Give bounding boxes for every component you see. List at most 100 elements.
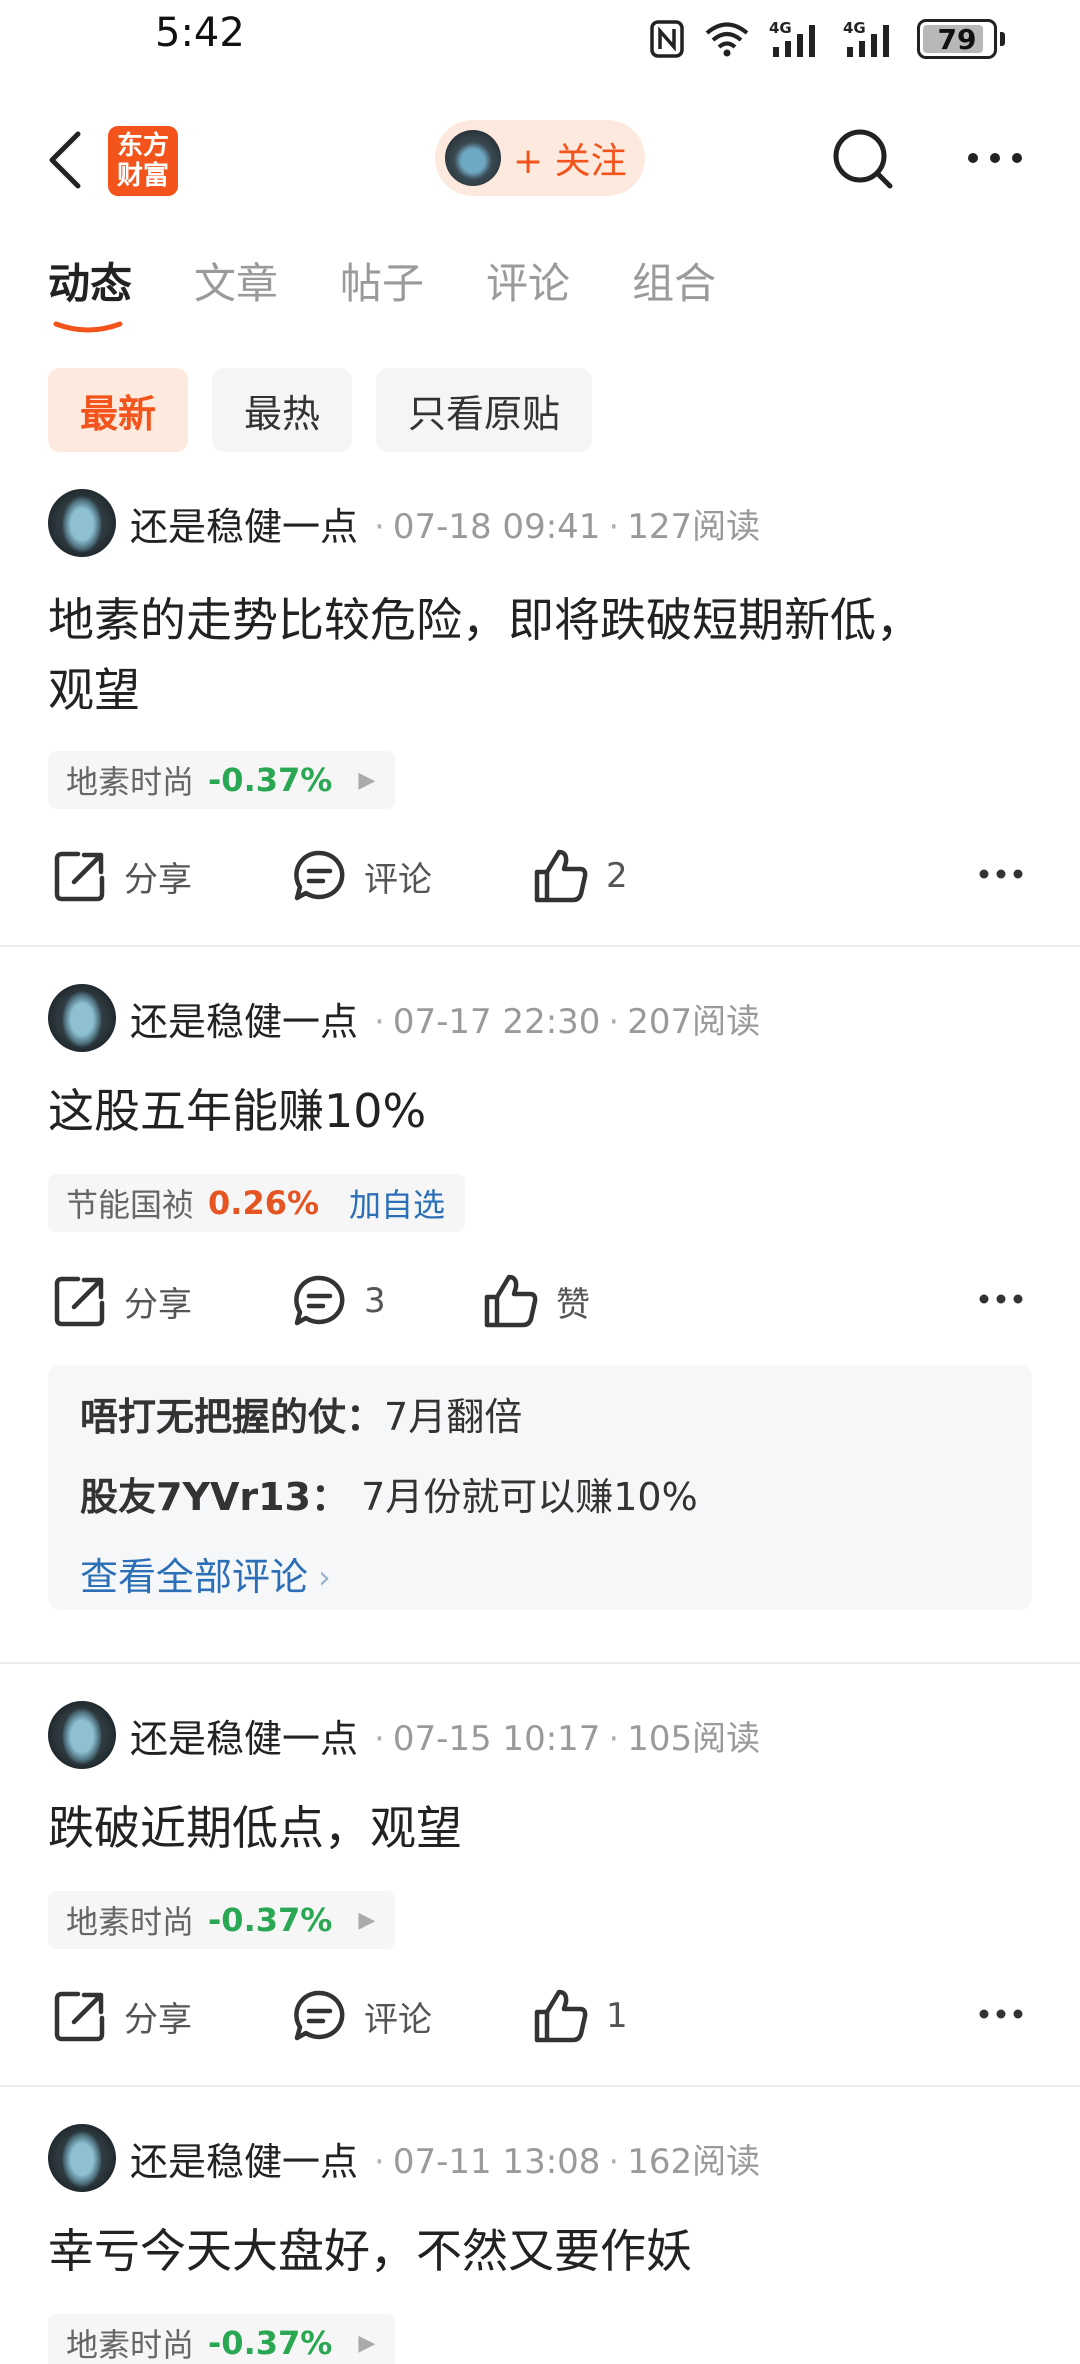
avatar[interactable] xyxy=(48,1701,116,1769)
comments-preview[interactable]: 唔打无把握的仗：7月翻倍 股友7YVr13： 7月份就可以赚10% 查看全部评论… xyxy=(48,1365,1032,1610)
stock-change: 0.26% xyxy=(208,1184,320,1222)
comment-button[interactable]: 评论 xyxy=(292,836,432,916)
like-button[interactable]: 2 xyxy=(532,836,628,916)
net-label: 4G xyxy=(843,19,866,37)
tab-comments[interactable]: 评论 xyxy=(486,250,570,320)
post-item[interactable]: 还是稳健一点 · 07-17 22:30 · 207阅读 这股五年能赚10% 节能国祯… xyxy=(0,982,1080,1662)
comment-text: 7月翻倍 xyxy=(384,1395,523,1439)
share-button[interactable]: 分享 xyxy=(52,1261,192,1341)
stock-tag[interactable]: 地素时尚 -0.37% ▶ xyxy=(48,751,396,809)
avatar[interactable] xyxy=(48,984,116,1052)
share-button[interactable]: 分享 xyxy=(52,1976,192,2056)
post-time: 07-15 10:17 xyxy=(392,1718,601,1759)
comment-item: 唔打无把握的仗：7月翻倍 xyxy=(80,1389,1000,1445)
follow-button[interactable]: + 关注 xyxy=(435,120,645,196)
more-icon[interactable] xyxy=(978,1291,1024,1307)
divider xyxy=(0,945,1080,947)
post-item[interactable]: 还是稳健一点 · 07-18 09:41 · 127阅读 地素的走势比较危险，即将跌破… xyxy=(0,487,1080,947)
comment-button[interactable]: 3 xyxy=(292,1261,386,1341)
post-text[interactable]: 这股五年能赚10% xyxy=(48,1076,1038,1146)
post-time: 07-11 13:08 xyxy=(392,2141,601,2182)
post-header: 还是稳健一点 · 07-18 09:41 · 127阅读 xyxy=(48,487,760,559)
back-icon[interactable] xyxy=(42,128,92,192)
divider xyxy=(0,1662,1080,1664)
comment-label: 评论 xyxy=(364,859,432,900)
tab-activity[interactable]: 动态 xyxy=(48,250,133,333)
play-arrow-icon: ▶ xyxy=(358,2330,376,2356)
tab-label: 帖子 xyxy=(340,259,425,308)
app-logo[interactable]: 东方 财富 xyxy=(108,126,178,196)
status-bar: 5:42 4G 4G 79 xyxy=(0,0,1080,80)
comment-label: 评论 xyxy=(364,1999,432,2040)
tab-portfolio[interactable]: 组合 xyxy=(632,250,716,320)
comment-icon xyxy=(294,1990,345,2041)
post-text[interactable]: 地素的走势比较危险，即将跌破短期新低， 观望 xyxy=(48,585,1038,725)
stock-name: 地素时尚 xyxy=(66,763,195,801)
post-text[interactable]: 跌破近期低点，观望 xyxy=(48,1793,1038,1863)
post-time: 07-18 09:41 xyxy=(392,506,601,547)
avatar[interactable] xyxy=(48,2124,116,2192)
post-meta: · 07-15 10:17 · 105阅读 xyxy=(374,1718,761,1759)
post-text-line: 跌破近期低点，观望 xyxy=(48,1801,462,1855)
post-time: 07-17 22:30 xyxy=(392,1001,601,1042)
tab-label: 组合 xyxy=(632,259,717,308)
logo-line-2: 财富 xyxy=(116,161,169,191)
post-text-line: 这股五年能赚10% xyxy=(48,1084,427,1138)
author-name[interactable]: 还是稳健一点 xyxy=(130,1708,358,1763)
post-text-line: 幸亏今天大盘好，不然又要作妖 xyxy=(48,2224,692,2278)
tab-label: 动态 xyxy=(48,259,133,308)
author-name[interactable]: 还是稳健一点 xyxy=(130,2131,358,2186)
share-label: 分享 xyxy=(124,859,192,900)
stock-change: -0.37% xyxy=(208,1901,333,1939)
like-count: 2 xyxy=(606,856,628,896)
post-actions: 分享 评论 1 xyxy=(0,1976,1080,2056)
share-label: 分享 xyxy=(124,1999,192,2040)
author-name[interactable]: 还是稳健一点 xyxy=(130,991,358,1046)
play-arrow-icon: ▶ xyxy=(358,1907,376,1933)
post-reads: 207阅读 xyxy=(627,1001,761,1042)
comment-user[interactable]: 股友7YVr13： xyxy=(80,1475,349,1519)
add-watchlist-button[interactable]: 加自选 xyxy=(349,1180,445,1226)
stock-name: 地素时尚 xyxy=(66,1903,195,1941)
signal-icon: 4G xyxy=(843,19,889,57)
stock-tag[interactable]: 地素时尚 -0.37% ▶ xyxy=(48,1891,396,1949)
search-icon[interactable] xyxy=(830,126,896,192)
post-item[interactable]: 还是稳健一点 · 07-15 10:17 · 105阅读 跌破近期低点，观望 地素时尚… xyxy=(0,1699,1080,2119)
logo-line-1: 东方 xyxy=(116,131,169,161)
more-icon[interactable] xyxy=(978,2006,1024,2022)
share-button[interactable]: 分享 xyxy=(52,836,192,916)
battery-icon: 79 xyxy=(917,19,997,59)
like-count: 1 xyxy=(606,1996,628,2036)
post-header: 还是稳健一点 · 07-15 10:17 · 105阅读 xyxy=(48,1699,760,1771)
tab-posts[interactable]: 帖子 xyxy=(340,250,424,320)
like-button[interactable]: 赞 xyxy=(482,1261,590,1341)
comment-button[interactable]: 评论 xyxy=(292,1976,432,2056)
view-all-label: 查看全部评论 xyxy=(80,1555,309,1599)
stock-tag[interactable]: 节能国祯 0.26% 加自选 xyxy=(48,1174,466,1232)
filter-latest[interactable]: 最新 xyxy=(48,368,189,452)
like-icon xyxy=(484,1274,538,1328)
more-icon[interactable] xyxy=(978,866,1024,882)
like-label: 赞 xyxy=(556,1284,590,1325)
share-label: 分享 xyxy=(124,1284,192,1325)
net-label: 4G xyxy=(769,19,792,37)
more-icon[interactable] xyxy=(965,148,1025,168)
stock-tag[interactable]: 地素时尚 -0.37% ▶ xyxy=(48,2314,396,2364)
filter-original-only[interactable]: 只看原贴 xyxy=(376,368,593,452)
comment-text: 7月份就可以赚10% xyxy=(349,1475,698,1519)
post-actions: 分享 3 赞 xyxy=(0,1261,1080,1341)
post-reads: 162阅读 xyxy=(627,2141,761,2182)
post-text-line: 观望 xyxy=(48,663,140,717)
like-button[interactable]: 1 xyxy=(532,1976,628,2056)
filter-hot[interactable]: 最热 xyxy=(212,368,353,452)
avatar[interactable] xyxy=(48,489,116,557)
status-time: 5:42 xyxy=(155,10,245,56)
comment-user[interactable]: 唔打无把握的仗： xyxy=(80,1395,384,1439)
post-item[interactable]: 还是稳健一点 · 07-11 13:08 · 162阅读 幸亏今天大盘好，不然又要作妖… xyxy=(0,2122,1080,2364)
author-name[interactable]: 还是稳健一点 xyxy=(130,496,358,551)
post-reads: 127阅读 xyxy=(627,506,761,547)
signal-icon: 4G xyxy=(769,19,815,57)
view-all-comments-link[interactable]: 查看全部评论 › xyxy=(80,1549,1000,1605)
post-text[interactable]: 幸亏今天大盘好，不然又要作妖 xyxy=(48,2216,1038,2286)
tab-articles[interactable]: 文章 xyxy=(194,250,278,320)
